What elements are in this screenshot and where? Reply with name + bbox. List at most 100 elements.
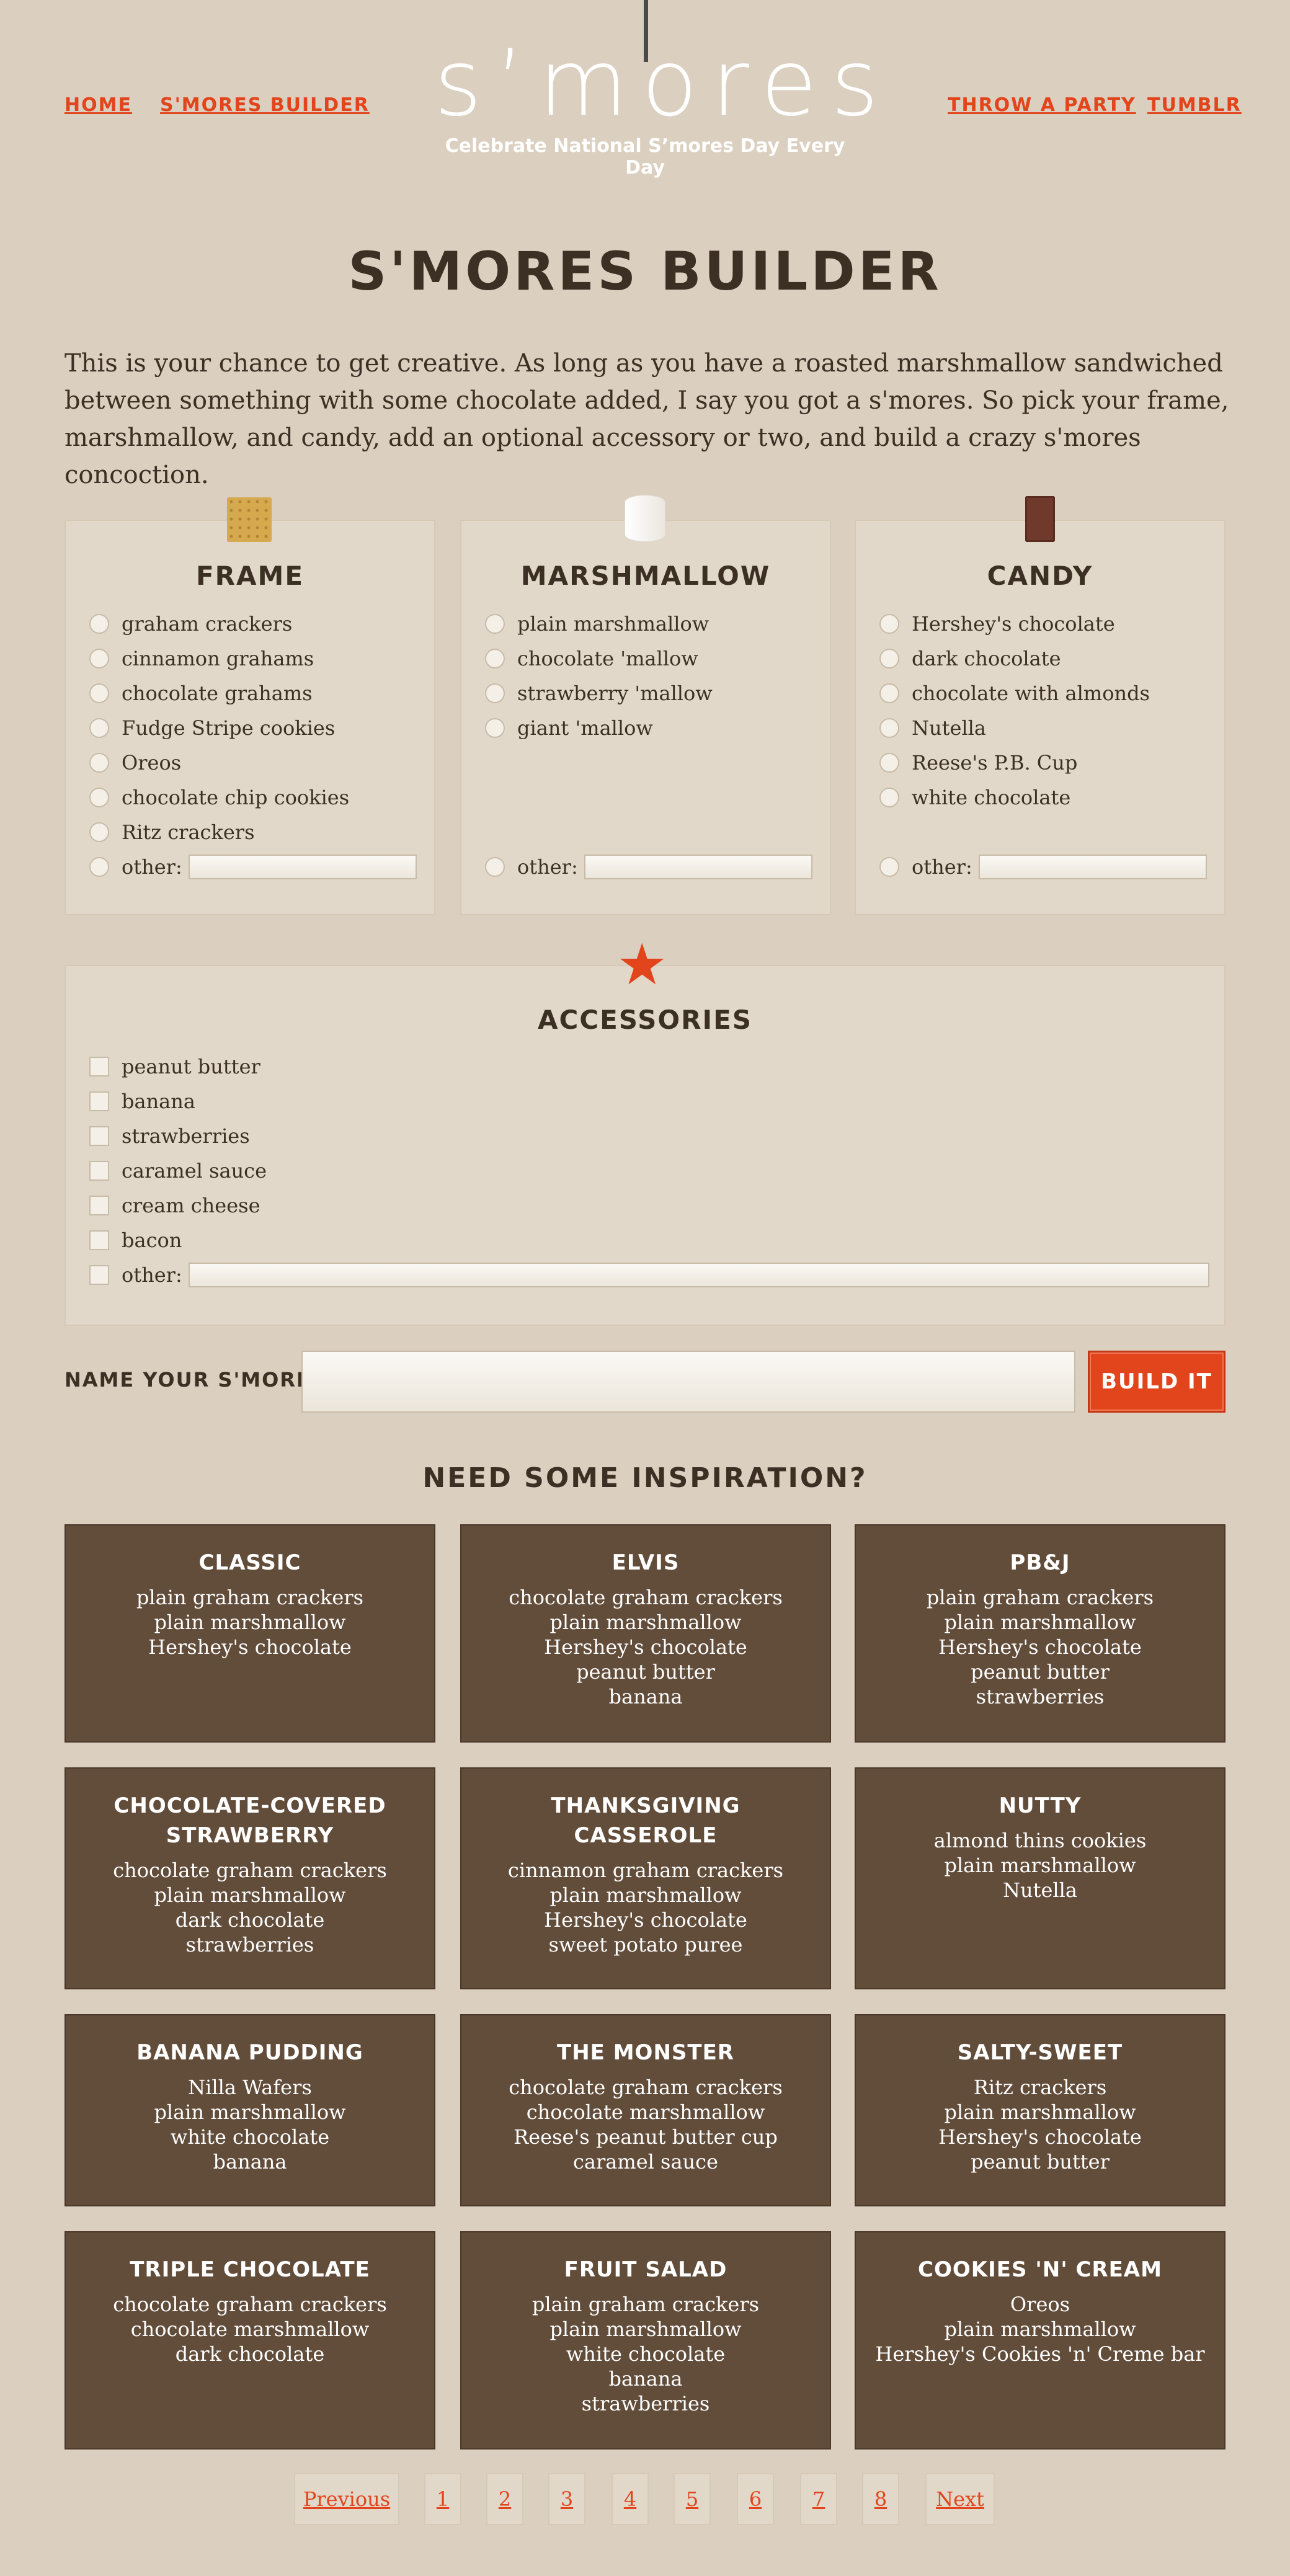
recipe-card-thanksgiving-casserole[interactable]: THANKSGIVING CASSEROLE cinnamon graham c… xyxy=(460,1767,831,1989)
frame-other-option[interactable]: other: xyxy=(89,850,417,884)
option-label: cream cheese xyxy=(122,1194,260,1217)
candy-option[interactable]: chocolate with almonds xyxy=(879,676,1150,711)
card-ingredient: strawberries xyxy=(976,1685,1105,1708)
frame-option[interactable]: Oreos xyxy=(89,745,181,780)
card-title: FRUIT SALAD xyxy=(564,2257,727,2282)
marshmallow-other-option[interactable]: other: xyxy=(485,850,812,884)
radio-button[interactable] xyxy=(485,649,505,668)
option-label: other: xyxy=(912,855,972,879)
recipe-card-triple-chocolate[interactable]: TRIPLE CHOCOLATE chocolate graham cracke… xyxy=(64,2231,435,2449)
card-ingredient: plain marshmallow xyxy=(549,1610,742,1634)
frame-option[interactable]: Ritz crackers xyxy=(89,815,254,850)
radio-button[interactable] xyxy=(879,753,899,773)
radio-button[interactable] xyxy=(879,788,899,807)
candy-option[interactable]: dark chocolate xyxy=(879,641,1061,676)
candy-other-option[interactable]: other: xyxy=(879,850,1207,884)
recipe-card-chocolate-covered-strawberry[interactable]: CHOCOLATE-COVERED STRAWBERRY chocolate g… xyxy=(64,1767,435,1989)
radio-button[interactable] xyxy=(485,683,505,703)
option-label: banana xyxy=(122,1090,195,1113)
pagination-next[interactable]: Next xyxy=(925,2473,995,2525)
frame-option[interactable]: cinnamon grahams xyxy=(89,641,314,676)
recipe-card-nutty[interactable]: NUTTY almond thins cookies plain marshma… xyxy=(855,1767,1226,1989)
accessory-other-option[interactable]: other: xyxy=(89,1258,1209,1292)
recipe-card-elvis[interactable]: ELVIS chocolate graham crackers plain ma… xyxy=(460,1524,831,1743)
frame-option[interactable]: chocolate chip cookies xyxy=(89,780,349,815)
pagination-page[interactable]: 1 xyxy=(424,2473,461,2525)
pagination-page[interactable]: 3 xyxy=(548,2473,585,2525)
candy-other-input[interactable] xyxy=(978,855,1207,879)
marshmallow-option[interactable]: chocolate 'mallow xyxy=(485,641,698,676)
accessory-option[interactable]: bacon xyxy=(89,1223,182,1258)
nav-smores-builder[interactable]: S'MORES BUILDER xyxy=(160,94,370,116)
checkbox[interactable] xyxy=(89,1265,109,1285)
checkbox[interactable] xyxy=(89,1126,109,1146)
radio-button[interactable] xyxy=(89,822,109,842)
card-ingredient: caramel sauce xyxy=(572,2150,719,2174)
radio-button[interactable] xyxy=(89,683,109,703)
build-it-button[interactable]: BUILD IT xyxy=(1088,1351,1226,1413)
pagination-page[interactable]: 6 xyxy=(737,2473,774,2525)
card-ingredient: dark chocolate xyxy=(175,2342,325,2366)
card-ingredient: chocolate graham crackers xyxy=(509,2076,783,2099)
frame-option[interactable]: chocolate grahams xyxy=(89,676,313,711)
accessory-option[interactable]: peanut butter xyxy=(89,1049,260,1084)
pagination-page[interactable]: 5 xyxy=(674,2473,711,2525)
recipe-card-salty-sweet[interactable]: SALTY-SWEET Ritz crackers plain marshmal… xyxy=(855,2014,1226,2206)
radio-button[interactable] xyxy=(89,753,109,773)
accessory-option[interactable]: banana xyxy=(89,1084,195,1119)
radio-button[interactable] xyxy=(485,718,505,738)
candy-option[interactable]: white chocolate xyxy=(879,780,1070,815)
radio-button[interactable] xyxy=(89,718,109,738)
nav-tumblr[interactable]: TUMBLR xyxy=(1147,94,1242,116)
marshmallow-option[interactable]: giant 'mallow xyxy=(485,711,653,745)
radio-button[interactable] xyxy=(89,614,109,634)
recipe-card-cookies-n-cream[interactable]: COOKIES 'N' CREAM Oreos plain marshmallo… xyxy=(855,2231,1226,2449)
radio-button[interactable] xyxy=(485,614,505,634)
recipe-card-fruit-salad[interactable]: FRUIT SALAD plain graham crackers plain … xyxy=(460,2231,831,2449)
candy-option[interactable]: Nutella xyxy=(879,711,986,745)
site-logo[interactable]: s’mores Celebrate National S’mores Day E… xyxy=(434,0,879,179)
pagination-previous[interactable]: Previous xyxy=(294,2473,399,2525)
radio-button[interactable] xyxy=(89,649,109,668)
marshmallow-option[interactable]: plain marshmallow xyxy=(485,606,709,641)
radio-button[interactable] xyxy=(879,718,899,738)
radio-button[interactable] xyxy=(89,788,109,807)
nav-home[interactable]: HOME xyxy=(64,94,132,116)
frame-other-input[interactable] xyxy=(188,855,417,879)
recipe-card-classic[interactable]: CLASSIC plain graham crackers plain mars… xyxy=(64,1524,435,1743)
radio-button[interactable] xyxy=(879,649,899,668)
nav-throw-a-party[interactable]: THROW A PARTY xyxy=(948,94,1136,116)
frame-option[interactable]: Fudge Stripe cookies xyxy=(89,711,335,745)
logo-tagline: Celebrate National S’mores Day Every Day xyxy=(445,135,845,179)
recipe-card-the-monster[interactable]: THE MONSTER chocolate graham crackers ch… xyxy=(460,2014,831,2206)
radio-button[interactable] xyxy=(879,614,899,634)
card-ingredient: plain marshmallow xyxy=(154,1610,346,1634)
checkbox[interactable] xyxy=(89,1230,109,1250)
candy-option[interactable]: Reese's P.B. Cup xyxy=(879,745,1077,780)
pagination-page[interactable]: 7 xyxy=(800,2473,837,2525)
accessory-other-input[interactable] xyxy=(188,1263,1209,1287)
marshmallow-option[interactable]: strawberry 'mallow xyxy=(485,676,713,711)
radio-button[interactable] xyxy=(879,683,899,703)
marshmallow-other-input[interactable] xyxy=(584,855,812,879)
accessory-option[interactable]: caramel sauce xyxy=(89,1153,267,1188)
radio-button[interactable] xyxy=(879,857,899,877)
checkbox[interactable] xyxy=(89,1196,109,1215)
accessory-option[interactable]: cream cheese xyxy=(89,1188,260,1223)
checkbox[interactable] xyxy=(89,1091,109,1111)
frame-option[interactable]: graham crackers xyxy=(89,606,292,641)
pagination-page[interactable]: 2 xyxy=(486,2473,523,2525)
checkbox[interactable] xyxy=(89,1057,109,1077)
smores-name-input[interactable] xyxy=(301,1351,1075,1413)
card-ingredient: Hershey's chocolate xyxy=(148,1635,352,1659)
pagination-page[interactable]: 4 xyxy=(612,2473,649,2525)
radio-button[interactable] xyxy=(485,857,505,877)
candy-option[interactable]: Hershey's chocolate xyxy=(879,606,1115,641)
recipe-card-banana-pudding[interactable]: BANANA PUDDING Nilla Wafers plain marshm… xyxy=(64,2014,435,2206)
pagination-page[interactable]: 8 xyxy=(862,2473,899,2525)
radio-button[interactable] xyxy=(89,857,109,877)
option-label: Hershey's chocolate xyxy=(912,612,1115,636)
accessory-option[interactable]: strawberries xyxy=(89,1119,250,1153)
recipe-card-pbj[interactable]: PB&J plain graham crackers plain marshma… xyxy=(855,1524,1226,1743)
checkbox[interactable] xyxy=(89,1161,109,1181)
